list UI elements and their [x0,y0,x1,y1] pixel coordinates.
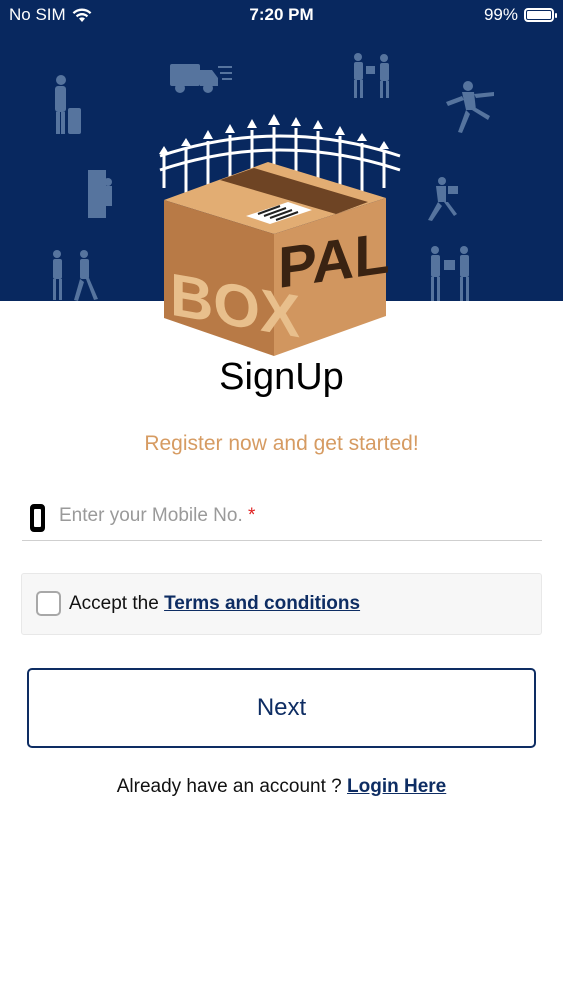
mobile-number-input[interactable] [58,502,542,534]
battery-icon [524,8,557,22]
battery-percent: 99% [483,5,518,24]
next-button[interactable]: Next [27,668,536,748]
boxpal-logo: BOX PAL [159,114,401,356]
terms-checkbox[interactable] [36,591,61,616]
page-title: SignUp [219,356,344,398]
login-prompt: Already have an account ? [116,776,342,797]
terms-container: Accept the Terms and conditions [21,573,542,635]
mobile-phone-icon [30,504,45,532]
clock-label: 7:20 PM [249,5,314,24]
mobile-field-row: Enter your Mobile No. * [22,500,542,541]
two-people-handoff-icon [354,53,389,98]
couple-walking-icon [53,250,98,301]
status-right: 99% [483,5,557,25]
terms-link[interactable]: Terms and conditions [164,593,360,614]
page-subtitle: Register now and get started! [144,432,419,455]
delivery-truck-icon [170,64,232,93]
terms-text: Accept the Terms and conditions [69,593,360,615]
status-bar: No SIM 7:20 PM 99% [0,0,563,30]
login-row: Already have an account ? Login Here [0,776,563,798]
running-courier-icon [446,81,494,133]
runner-with-box-icon [428,177,458,221]
login-link[interactable]: Login Here [347,776,446,797]
person-with-luggage-icon [55,75,81,134]
people-exchange-box-icon [431,246,469,301]
person-at-door-icon [88,170,112,218]
terms-prefix: Accept the [69,593,159,614]
